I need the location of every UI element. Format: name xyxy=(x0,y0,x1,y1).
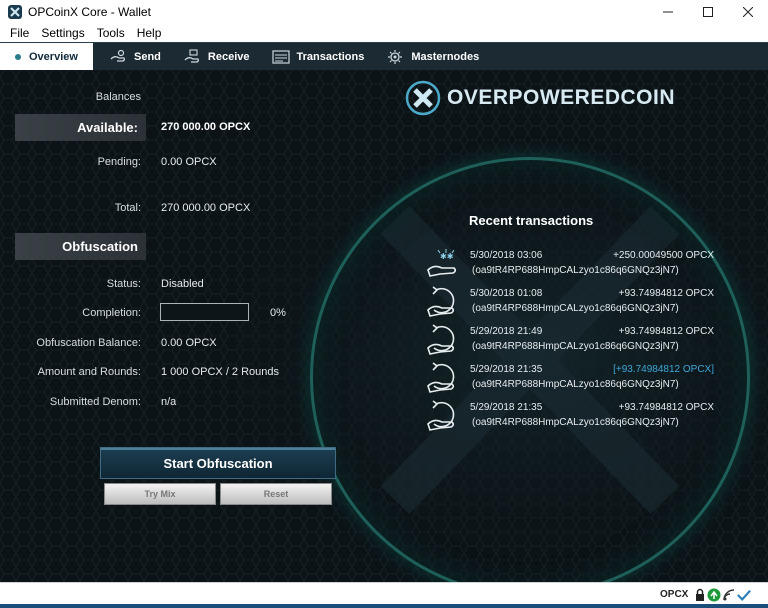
menu-tools[interactable]: Tools xyxy=(91,26,131,40)
brand-name: OVERPOWEREDCOIN xyxy=(447,86,676,109)
transaction-address: (oa9tR4RP688HmpCALzyo1c86q6GNQz3jN7) xyxy=(472,303,679,314)
pending-value: 0.00 OPCX xyxy=(161,156,217,168)
submitted-denom-value: n/a xyxy=(161,396,177,408)
tab-masternodes[interactable]: Masternodes xyxy=(376,43,491,70)
minimize-icon xyxy=(663,11,673,13)
tab-bar: Overview Send Receive Transactions Maste… xyxy=(0,42,768,70)
reset-button[interactable]: Reset xyxy=(220,483,332,505)
transaction-amount: +93.74984812 OPCX xyxy=(618,402,714,413)
try-mix-button[interactable]: Try Mix xyxy=(104,483,216,505)
svg-text:✱✱: ✱✱ xyxy=(440,252,454,261)
transaction-item[interactable]: 5/29/2018 21:35 +93.74984812 OPCX (oa9tR… xyxy=(424,398,714,436)
overview-dot-icon xyxy=(15,53,21,60)
completion-label: Completion: xyxy=(82,307,141,319)
maximize-icon xyxy=(703,7,713,17)
tab-send[interactable]: Send xyxy=(99,43,173,70)
tab-send-label: Send xyxy=(134,50,161,63)
amount-rounds-label: Amount and Rounds: xyxy=(37,366,141,378)
transaction-date: 5/29/2018 21:35 xyxy=(470,364,543,375)
transaction-address: (oa9tR4RP688HmpCALzyo1c86q6GNQz3jN7) xyxy=(472,265,679,276)
tab-masternodes-label: Masternodes xyxy=(411,50,480,63)
send-icon xyxy=(110,49,125,62)
transaction-amount: +93.74984812 OPCX xyxy=(618,326,714,337)
completion-progress-bar xyxy=(160,303,249,321)
submitted-denom-label: Submitted Denom: xyxy=(49,396,141,408)
minimize-button[interactable] xyxy=(648,0,688,24)
menu-settings[interactable]: Settings xyxy=(35,26,90,40)
brand-x-icon xyxy=(405,80,441,116)
transaction-date: 5/29/2018 21:35 xyxy=(470,402,543,413)
network-icon[interactable] xyxy=(722,588,736,602)
tab-transactions[interactable]: Transactions xyxy=(262,43,377,70)
close-icon xyxy=(743,7,753,17)
transaction-date: 5/29/2018 21:49 xyxy=(470,326,543,337)
transaction-item[interactable]: ✱✱ 5/30/2018 03:06 +250.00049500 OPCX (o… xyxy=(424,246,714,284)
obfuscation-balance-value: 0.00 OPCX xyxy=(161,337,217,349)
menu-file[interactable]: File xyxy=(4,26,35,40)
synced-check-icon[interactable] xyxy=(737,588,751,602)
receive-hand-icon xyxy=(427,324,455,355)
available-label: Available: xyxy=(77,120,138,135)
status-value: Disabled xyxy=(161,278,204,290)
tab-receive-label: Receive xyxy=(207,50,250,63)
transaction-item[interactable]: 5/29/2018 21:49 +93.74984812 OPCX (oa9tR… xyxy=(424,322,714,360)
transaction-amount: +93.74984812 OPCX xyxy=(618,288,714,299)
available-header: Available: xyxy=(15,114,146,141)
obfuscation-header: Obfuscation xyxy=(15,233,146,260)
staking-icon[interactable] xyxy=(707,588,721,602)
available-value: 270 000.00 OPCX xyxy=(161,121,251,133)
mined-hand-icon: ✱✱ xyxy=(427,249,457,277)
total-label: Total: xyxy=(114,202,141,214)
menu-help[interactable]: Help xyxy=(131,26,168,40)
receive-hand-icon xyxy=(427,362,455,393)
maximize-button[interactable] xyxy=(688,0,728,24)
pending-label: Pending: xyxy=(97,156,141,168)
start-obfuscation-button[interactable]: Start Obfuscation xyxy=(100,447,336,479)
window-controls xyxy=(648,0,768,24)
receive-hand-icon xyxy=(427,400,455,431)
receive-hand-icon xyxy=(427,286,455,317)
brand-logo: OVERPOWEREDCOIN xyxy=(405,80,675,116)
status-label: Status: xyxy=(106,278,141,290)
transaction-address: (oa9tR4RP688HmpCALzyo1c86q6GNQz3jN7) xyxy=(472,417,679,428)
completion-percent: 0% xyxy=(270,307,286,319)
tab-transactions-label: Transactions xyxy=(296,50,365,63)
app-logo-icon xyxy=(8,5,22,19)
receive-icon xyxy=(184,48,199,63)
title-bar: OPCoinX Core - Wallet xyxy=(0,0,768,24)
transaction-item[interactable]: 5/29/2018 21:35 [+93.74984812 OPCX] (oa9… xyxy=(424,360,714,398)
transaction-address: (oa9tR4RP688HmpCALzyo1c86q6GNQz3jN7) xyxy=(472,379,679,390)
display-unit[interactable]: OPCX xyxy=(660,589,688,600)
menu-bar: File Settings Tools Help xyxy=(0,24,768,42)
window-bottom-border xyxy=(0,604,768,608)
transaction-date: 5/30/2018 01:08 xyxy=(470,288,543,299)
transaction-date: 5/30/2018 03:06 xyxy=(470,250,543,261)
amount-rounds-value: 1 000 OPCX / 2 Rounds xyxy=(161,366,280,378)
lock-icon[interactable] xyxy=(693,588,707,602)
recent-transactions-title: Recent transactions xyxy=(469,213,594,228)
transaction-address: (oa9tR4RP688HmpCALzyo1c86q6GNQz3jN7) xyxy=(472,341,679,352)
transactions-icon xyxy=(271,49,290,64)
overview-page: Balances Available: 270 000.00 OPCX Pend… xyxy=(0,70,768,582)
masternodes-icon xyxy=(388,49,403,64)
tab-overview[interactable]: Overview xyxy=(0,43,93,70)
transaction-amount-unconfirmed: [+93.74984812 OPCX] xyxy=(613,364,714,375)
obfuscation-heading: Obfuscation xyxy=(62,239,138,254)
close-button[interactable] xyxy=(728,0,768,24)
transaction-item[interactable]: 5/30/2018 01:08 +93.74984812 OPCX (oa9tR… xyxy=(424,284,714,322)
transaction-amount: +250.00049500 OPCX xyxy=(613,250,714,261)
tab-overview-label: Overview xyxy=(29,50,78,63)
balances-heading: Balances xyxy=(95,91,141,103)
total-value: 270 000.00 OPCX xyxy=(161,202,251,214)
window-title: OPCoinX Core - Wallet xyxy=(28,5,151,19)
balances-panel: Balances Available: 270 000.00 OPCX Pend… xyxy=(0,70,360,582)
tab-receive[interactable]: Receive xyxy=(173,43,262,70)
obfuscation-balance-label: Obfuscation Balance: xyxy=(36,337,141,349)
